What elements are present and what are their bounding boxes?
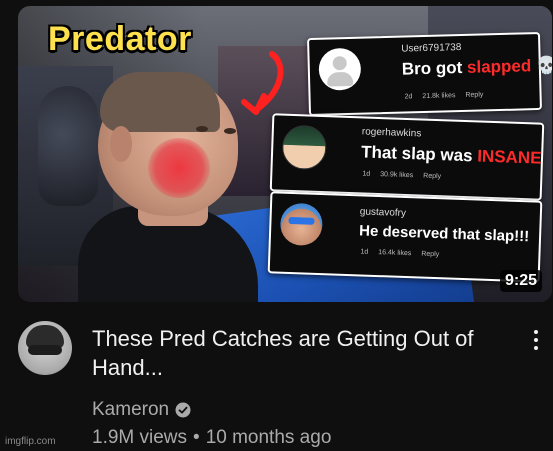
- video-title[interactable]: These Pred Catches are Getting Out of Ha…: [92, 324, 512, 382]
- comment-text: Bro got slapped 💀: [401, 55, 552, 79]
- comment-meta: 1d 30.9k likes Reply: [362, 170, 442, 181]
- duration-badge: 9:25: [499, 270, 542, 292]
- comment-card: rogerhawkins That slap was INSANE 1d 30.9…: [269, 113, 545, 201]
- comment-username: gustavofry: [359, 206, 407, 220]
- view-count: 1.9M views: [92, 427, 188, 448]
- comment-meta: 1d 16.4k likes Reply: [360, 248, 440, 259]
- upload-age: 10 months ago: [205, 427, 332, 448]
- verified-check-icon: [175, 402, 191, 418]
- channel-avatar[interactable]: [18, 321, 72, 375]
- sunglasses-avatar-icon: [279, 202, 324, 247]
- red-arrow-icon: [241, 51, 284, 115]
- separator-dot: •: [193, 427, 200, 448]
- default-avatar-icon: [318, 47, 362, 91]
- video-thumbnail[interactable]: Predator User6791738 Bro got slapped 💀 2…: [18, 6, 552, 302]
- red-slap-mark: [148, 138, 210, 198]
- comment-card: gustavofry He deserved that slap!!! 1d 16…: [267, 191, 543, 283]
- more-vert-icon[interactable]: [531, 330, 541, 354]
- video-stats: 1.9M views • 10 months ago: [92, 427, 331, 449]
- predator-overlay-label: Predator: [48, 20, 192, 58]
- person-eye: [224, 128, 236, 134]
- channel-name[interactable]: Kameron: [92, 399, 169, 421]
- comment-card: User6791738 Bro got slapped 💀 2d 21.8k li…: [307, 31, 552, 117]
- comment-meta: 2d 21.8k likes Reply: [404, 91, 484, 101]
- person-hair: [100, 72, 220, 132]
- comment-username: User6791738: [401, 42, 462, 55]
- channel-name-row: Kameron: [92, 399, 191, 421]
- comment-text: He deserved that slap!!!: [358, 222, 530, 246]
- imgflip-watermark: imgflip.com: [5, 436, 56, 447]
- comment-text: That slap was INSANE: [360, 142, 542, 168]
- person-ear: [110, 126, 132, 162]
- background-mask: [38, 86, 98, 206]
- anime-avatar-icon: [281, 124, 328, 171]
- person-eye: [196, 126, 208, 132]
- comment-username: rogerhawkins: [361, 126, 422, 140]
